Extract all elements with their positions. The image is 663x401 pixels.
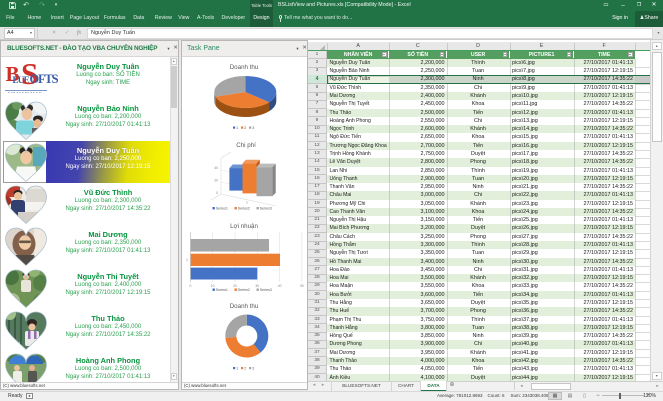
svg-text:20: 20: [233, 284, 237, 288]
svg-text:0: 0: [189, 284, 191, 288]
svg-text:Series3: Series3: [260, 288, 272, 292]
svg-text:Chi phí: Chi phí: [236, 142, 256, 149]
svg-text:40: 40: [278, 284, 282, 288]
svg-text:Series2: Series2: [238, 207, 250, 211]
svg-text:Lợi nhuận: Lợi nhuận: [230, 223, 258, 230]
svg-text:1: 1: [236, 367, 238, 371]
svg-text:Doanh thu: Doanh thu: [230, 64, 259, 71]
svg-text:40: 40: [214, 166, 218, 170]
svg-text:20: 20: [214, 179, 218, 183]
svg-text:1: 1: [186, 258, 188, 262]
svg-text:2: 2: [244, 126, 246, 130]
svg-text:10: 10: [211, 284, 215, 288]
svg-text:Series1: Series1: [216, 207, 228, 211]
svg-text:1: 1: [236, 126, 238, 130]
svg-text:3: 3: [252, 126, 254, 130]
svg-text:0: 0: [216, 191, 218, 195]
svg-text:Series1: Series1: [216, 288, 228, 292]
svg-text:Doanh thu: Doanh thu: [230, 303, 259, 310]
svg-text:2: 2: [244, 367, 246, 371]
svg-text:50: 50: [300, 284, 304, 288]
svg-text:1: 1: [246, 201, 248, 205]
svg-text:3: 3: [252, 367, 254, 371]
svg-text:Series2: Series2: [238, 288, 250, 292]
svg-text:Series3: Series3: [260, 207, 272, 211]
